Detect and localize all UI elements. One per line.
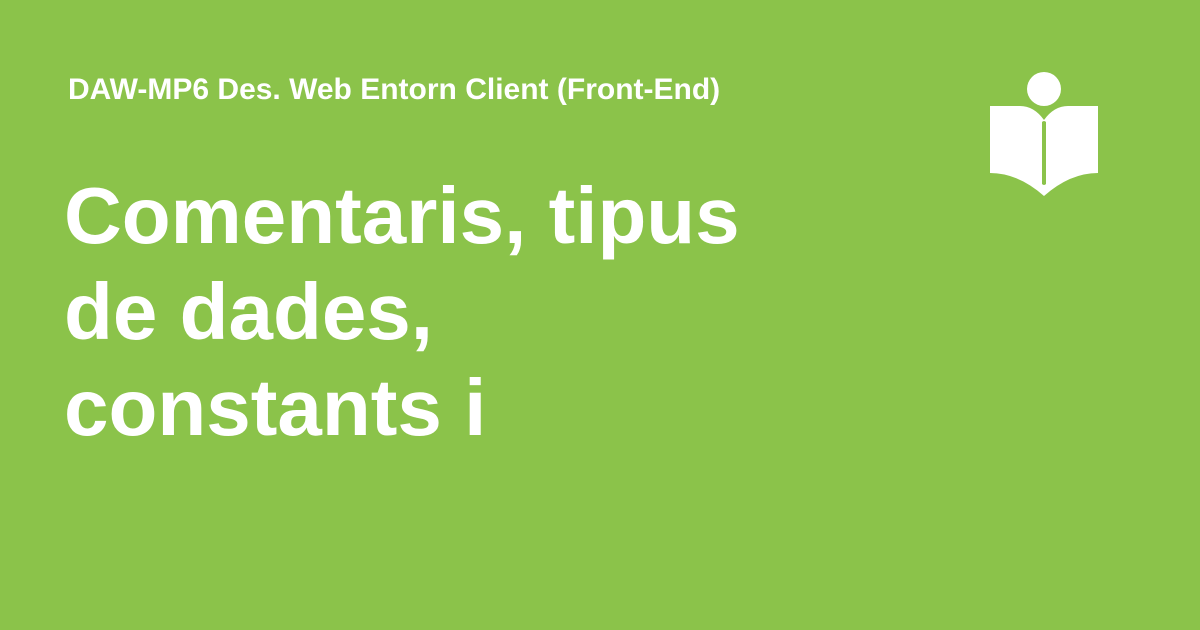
book-spine xyxy=(1042,121,1046,185)
reader-head xyxy=(1027,72,1061,106)
social-card: DAW-MP6 Des. Web Entorn Client (Front-En… xyxy=(0,0,1200,630)
page-title: Comentaris, tipus de dades, constants i xyxy=(64,168,864,456)
course-name: DAW-MP6 Des. Web Entorn Client (Front-En… xyxy=(68,73,721,106)
page-title-line: constants i xyxy=(64,363,487,452)
reader-book-icon xyxy=(990,72,1098,196)
page-title-line: Comentaris, tipus xyxy=(64,171,740,260)
page-title-line: de dades, xyxy=(64,267,434,356)
